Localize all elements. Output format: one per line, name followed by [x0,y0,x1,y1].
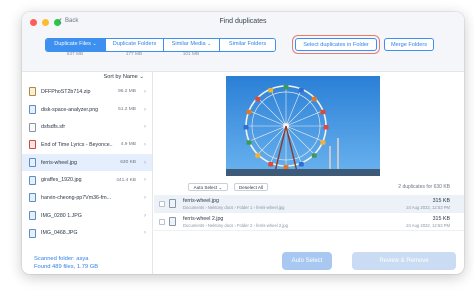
duplicates-list: ferris-wheel.jpg Documents › Nektony doc… [154,195,464,231]
duplicate-path: Documents › Nektony docs › Folder 2 › fe… [183,223,288,228]
tab-duplicate-folders-label: Duplicate Folders [112,41,157,47]
file-list-item[interactable]: giraffes_1920.jpg 441.4 KB › [22,171,152,189]
duplicates-count: 2 duplicates for 630 KB [398,184,450,190]
file-name: IMG_0280 1.JPG [41,212,82,219]
duplicate-size: 315 KB [432,198,450,204]
scanned-folder-text: Scanned folder: asya [34,256,89,262]
duplicate-date: 24 Aug 2022, 12:53 PM [406,223,450,228]
chevron-right-icon: › [144,88,146,95]
chevron-right-icon: › [144,230,146,237]
bottom-action-bar: Auto Select Review & Remove [154,252,464,274]
duplicate-checkbox[interactable] [159,219,165,225]
duplicate-row[interactable]: ferris-wheel.jpg Documents › Nektony doc… [154,195,464,213]
duplicate-type-tabs: Duplicate Files ⌄ Duplicate Folders Simi… [45,38,276,52]
tab-duplicate-files-label: Duplicate Files [54,41,91,47]
duplicate-file-list: DFFPhoST2b714.zip 96.2 MB › disk-space-anal… [22,83,152,243]
file-list-item[interactable]: dsfsdfs.sfr › [22,118,152,136]
duplicate-size: 315 KB [432,216,450,222]
tab-duplicate-files[interactable]: Duplicate Files ⌄ [46,39,106,51]
file-size: 96.2 MB [118,89,136,95]
chevron-down-icon: ⌄ [139,74,144,80]
file-name: dsfsdfs.sfr [41,124,66,131]
chevron-right-icon: › [144,212,146,219]
tab-duplicate-folders[interactable]: Duplicate Folders [106,39,164,51]
auto-select-button[interactable]: Auto Select [282,252,332,270]
image-file-icon [169,217,176,226]
file-name: DFFPhoST2b714.zip [41,88,91,95]
image-file-icon [29,193,36,203]
duplicate-files-size: 537 MB [66,52,84,57]
file-list-item[interactable]: End of Time Lyrics - Beyonce... 4.9 MB › [22,136,152,154]
file-list-item[interactable]: disk-space-analyzer.png 51.2 MB › [22,101,152,119]
sort-by-dropdown[interactable]: Sort by Name ⌄ [104,74,144,80]
duplicate-name: ferris-wheel.jpg [183,198,219,204]
app-window: Back Find duplicates Duplicate Files ⌄ D… [22,12,464,274]
file-list-item[interactable]: harvin-cheong-pp7Vm36-fm... › [22,189,152,207]
archive-file-icon [29,87,36,97]
chevron-right-icon: › [144,124,146,131]
image-file-icon [29,158,36,168]
doc-file-icon [29,122,36,132]
file-name: giraffes_1920.jpg [41,177,82,184]
file-size: 441.4 KB [116,177,136,183]
window-title: Find duplicates [219,18,267,25]
title-bar: Back Find duplicates [22,12,464,34]
tab-similar-media-label: Similar Media [171,41,206,47]
chevron-down-icon: ⌄ [218,185,223,190]
tab-bar: Duplicate Files ⌄ Duplicate Folders Simi… [22,34,464,72]
scan-summary: Scanned folder: asya Found 489 files, 1.… [34,255,98,271]
chevron-right-icon: › [144,194,146,201]
file-size: 4.9 MB [120,142,136,148]
image-file-icon [169,199,176,208]
tab-similar-folders-label: Similar Folders [228,41,267,47]
file-size: 630 KB [120,160,136,166]
auto-select-label: Auto Select [193,185,218,190]
file-list-item[interactable]: DFFPhoST2b714.zip 96.2 MB › [22,83,152,101]
merge-folders-button[interactable]: Merge Folders [384,38,434,51]
image-file-icon [29,228,36,238]
image-file-icon [29,211,36,221]
chevron-down-icon: ⌄ [92,41,97,47]
duplicate-row[interactable]: ferris-wheel 2.jpg Documents › Nektony d… [154,213,464,231]
chevron-right-icon: › [144,141,146,148]
file-size: 51.2 MB [118,107,136,113]
sort-bar: Sort by Name ⌄ [22,72,152,82]
file-list-item[interactable]: ferris-wheel.jpg 630 KB › [22,153,152,172]
image-preview [226,76,380,176]
file-list-item[interactable]: IMG_0280 1.JPG › [22,207,152,225]
file-name: End of Time Lyrics - Beyonce... [41,141,113,148]
tab-similar-folders[interactable]: Similar Folders [220,39,275,51]
image-file-icon [29,175,36,185]
chevron-right-icon: › [144,177,146,184]
chevron-down-icon: ⌄ [207,41,212,47]
file-name: harvin-cheong-pp7Vm36-fm... [41,194,112,201]
file-list-panel: Sort by Name ⌄ DFFPhoST2b714.zip 96.2 MB ›… [22,72,153,274]
auto-select-dropdown[interactable]: Auto Select ⌄ [188,183,228,191]
details-panel: Auto Select ⌄ Deselect All 2 duplicates … [154,72,464,274]
deselect-all-button[interactable]: Deselect All [234,183,268,191]
tab-similar-media[interactable]: Similar Media ⌄ [164,39,220,51]
duplicate-checkbox[interactable] [159,201,165,207]
duplicate-date: 24 Aug 2022, 12:53 PM [406,205,450,210]
duplicate-folders-size: 177 MB [125,52,143,57]
found-files-text: Found 489 files, 1.79 GB [34,264,99,270]
chevron-right-icon: › [144,159,146,166]
file-list-item[interactable]: IMG_0468.JPG › [22,225,152,243]
audio-file-icon [29,140,36,150]
sort-by-label: Sort by Name [103,74,138,80]
file-name: disk-space-analyzer.png [41,106,99,113]
image-file-icon [29,105,36,115]
duplicate-path: Documents › Nektony docs › Folder 1 › fe… [183,205,285,210]
ferris-wheel-image [226,76,380,176]
review-and-remove-button[interactable]: Review & Remove [352,252,456,270]
file-name: IMG_0468.JPG [41,230,78,237]
list-controls: Auto Select ⌄ Deselect All 2 duplicates … [154,182,464,192]
similar-media-size: 101 MB [182,52,200,57]
duplicate-name: ferris-wheel 2.jpg [183,216,224,222]
chevron-right-icon: › [144,106,146,113]
select-duplicates-in-folder-button[interactable]: Select duplicates in Folder [292,35,380,54]
file-name: ferris-wheel.jpg [41,159,77,166]
